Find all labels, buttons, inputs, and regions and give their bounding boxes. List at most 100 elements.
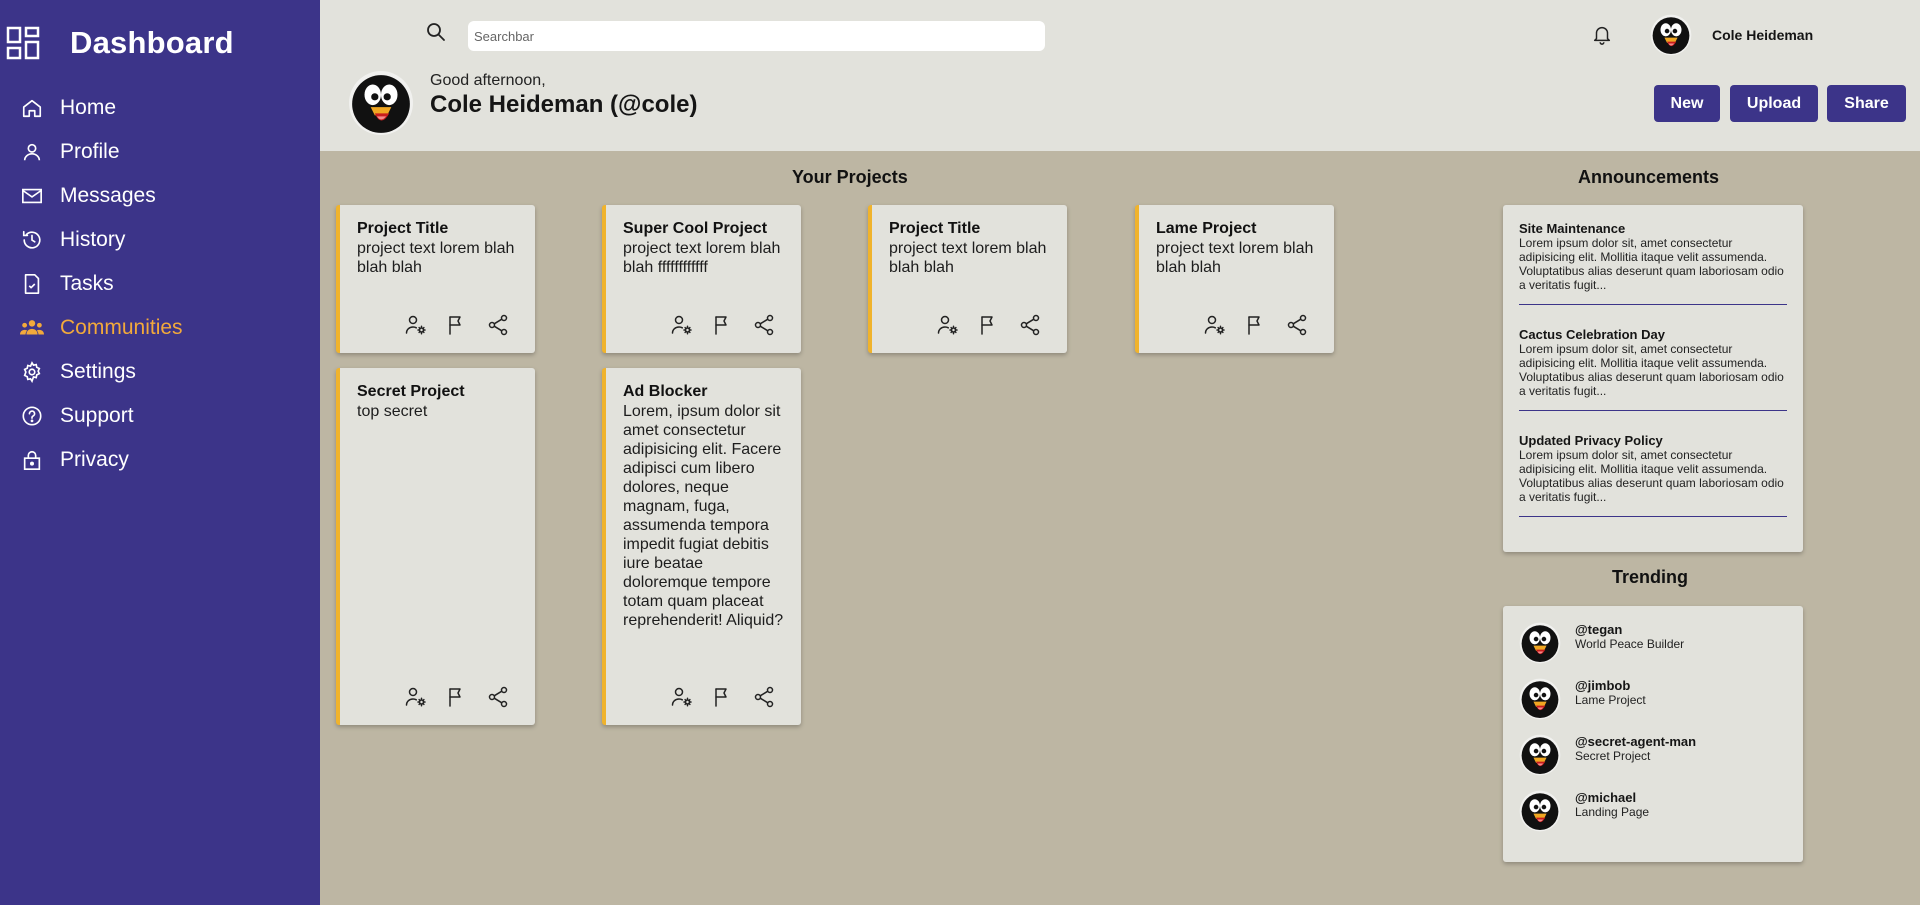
- trending-item[interactable]: @michael Landing Page: [1519, 790, 1787, 846]
- trending-title: Trending: [1612, 567, 1688, 587]
- sidebar: Dashboard Home Profile Messages History …: [0, 0, 320, 905]
- project-text: project text lorem blah blah blah: [357, 240, 515, 276]
- user-settings-icon[interactable]: [936, 313, 960, 337]
- sidebar-item-profile[interactable]: Profile: [0, 130, 320, 174]
- trending-item[interactable]: @secret-agent-man Secret Project: [1519, 734, 1787, 790]
- project-card[interactable]: Ad Blocker Lorem, ipsum dolor sit amet c…: [602, 368, 801, 725]
- flag-icon[interactable]: [711, 313, 735, 337]
- avatar[interactable]: [1519, 678, 1561, 720]
- bell-icon[interactable]: [1591, 22, 1613, 46]
- share-icon[interactable]: [752, 313, 776, 337]
- project-text: Lorem, ipsum dolor sit amet consectetur …: [623, 403, 784, 629]
- sidebar-item-tasks[interactable]: Tasks: [0, 262, 320, 306]
- profile-avatar: [348, 70, 414, 136]
- share-icon[interactable]: [486, 685, 510, 709]
- trending-handle: @secret-agent-man: [1575, 734, 1697, 749]
- project-card[interactable]: Secret Project top secret: [336, 368, 535, 725]
- trending-panel: @tegan World Peace Builder @jimbob Lame …: [1503, 606, 1803, 862]
- greeting: Good afternoon,: [430, 72, 546, 89]
- trending-project: World Peace Builder: [1575, 637, 1685, 651]
- user-settings-icon[interactable]: [404, 313, 428, 337]
- announcement-title: Cactus Celebration Day: [1519, 327, 1665, 342]
- trending-item[interactable]: @tegan World Peace Builder: [1519, 622, 1787, 678]
- project-text: project text lorem blah blah fffffffffff…: [623, 240, 781, 276]
- project-actions: [1203, 313, 1309, 337]
- brand: Dashboard: [0, 0, 320, 86]
- trending-handle: @tegan: [1575, 622, 1623, 637]
- project-text: project text lorem blah blah blah: [889, 240, 1047, 276]
- sidebar-item-label: Tasks: [60, 272, 114, 295]
- trending-handle: @jimbob: [1575, 678, 1631, 693]
- search-input[interactable]: [468, 21, 1045, 51]
- user-settings-icon[interactable]: [404, 685, 428, 709]
- announcement-text: Lorem ipsum dolor sit, amet consectetur …: [1519, 236, 1784, 292]
- sidebar-item-label: Home: [60, 96, 117, 119]
- project-actions: [404, 313, 510, 337]
- sidebar-item-support[interactable]: Support: [0, 394, 320, 438]
- trending-project: Secret Project: [1575, 749, 1651, 763]
- avatar[interactable]: [1519, 622, 1561, 664]
- user-settings-icon[interactable]: [1203, 313, 1227, 337]
- project-title: Lame Project: [1156, 220, 1257, 237]
- project-card[interactable]: Super Cool Project project text lorem bl…: [602, 205, 801, 353]
- share-icon[interactable]: [752, 685, 776, 709]
- flag-icon[interactable]: [1244, 313, 1268, 337]
- trending-handle: @michael: [1575, 790, 1637, 805]
- trending-project: Landing Page: [1575, 805, 1650, 819]
- home-icon: [22, 99, 42, 118]
- project-title: Project Title: [357, 220, 449, 237]
- user-settings-icon[interactable]: [670, 685, 694, 709]
- project-card[interactable]: Project Title project text lorem blah bl…: [336, 205, 535, 353]
- avatar[interactable]: [1519, 790, 1561, 832]
- avatar[interactable]: [1519, 734, 1561, 776]
- flag-icon[interactable]: [977, 313, 1001, 337]
- sidebar-item-messages[interactable]: Messages: [0, 174, 320, 218]
- announcement-item[interactable]: Site Maintenance Lorem ipsum dolor sit, …: [1519, 221, 1787, 305]
- project-title: Ad Blocker: [623, 383, 708, 400]
- project-actions: [670, 685, 776, 709]
- lock-icon: [23, 450, 41, 470]
- project-title: Secret Project: [357, 383, 465, 400]
- sidebar-item-communities[interactable]: Communities: [0, 306, 320, 350]
- history-icon: [22, 230, 41, 249]
- gear-icon: [23, 361, 41, 383]
- projects-title: Your Projects: [792, 167, 908, 187]
- tasks-icon: [24, 274, 40, 294]
- flag-icon[interactable]: [445, 685, 469, 709]
- sidebar-nav: Home Profile Messages History Tasks Comm…: [0, 86, 320, 482]
- sidebar-item-label: Support: [60, 404, 134, 427]
- share-button[interactable]: Share: [1827, 85, 1906, 122]
- announcements-title: Announcements: [1578, 167, 1720, 187]
- avatar[interactable]: [1650, 14, 1692, 56]
- share-icon[interactable]: [1285, 313, 1309, 337]
- project-actions: [936, 313, 1042, 337]
- sidebar-item-home[interactable]: Home: [0, 86, 320, 130]
- project-actions: [404, 685, 510, 709]
- search-icon[interactable]: [424, 20, 448, 44]
- new-button[interactable]: New: [1654, 85, 1720, 122]
- sidebar-item-history[interactable]: History: [0, 218, 320, 262]
- share-icon[interactable]: [1018, 313, 1042, 337]
- flag-icon[interactable]: [445, 313, 469, 337]
- announcement-item[interactable]: Updated Privacy Policy Lorem ipsum dolor…: [1519, 433, 1787, 517]
- project-card[interactable]: Lame Project project text lorem blah bla…: [1135, 205, 1334, 353]
- mail-icon: [22, 188, 42, 204]
- trending-project: Lame Project: [1575, 693, 1646, 707]
- sidebar-item-privacy[interactable]: Privacy: [0, 438, 320, 482]
- sidebar-item-settings[interactable]: Settings: [0, 350, 320, 394]
- announcement-title: Site Maintenance: [1519, 221, 1626, 236]
- brand-title: Dashboard: [70, 25, 234, 60]
- share-icon[interactable]: [486, 313, 510, 337]
- dashboard-icon: [6, 26, 40, 60]
- sidebar-item-label: Messages: [60, 184, 156, 207]
- header-username: Cole Heideman: [1712, 27, 1814, 43]
- announcement-title: Updated Privacy Policy: [1519, 433, 1663, 448]
- flag-icon[interactable]: [711, 685, 735, 709]
- announcement-item[interactable]: Cactus Celebration Day Lorem ipsum dolor…: [1519, 327, 1787, 411]
- user-full-name: Cole Heideman (@cole): [430, 91, 698, 118]
- trending-item[interactable]: @jimbob Lame Project: [1519, 678, 1787, 734]
- project-card[interactable]: Project Title project text lorem blah bl…: [868, 205, 1067, 353]
- communities-icon: [20, 320, 44, 335]
- upload-button[interactable]: Upload: [1730, 85, 1818, 122]
- user-settings-icon[interactable]: [670, 313, 694, 337]
